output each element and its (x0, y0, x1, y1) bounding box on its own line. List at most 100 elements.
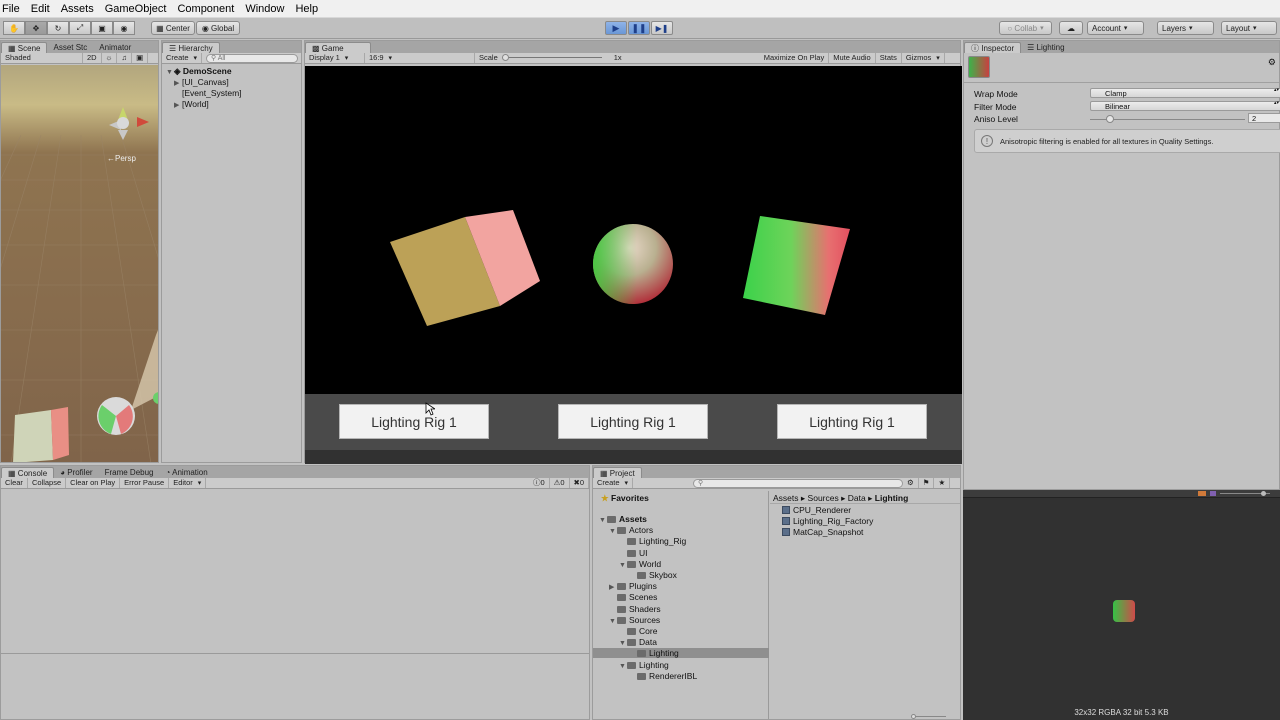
scene-root[interactable]: ▼◈ DemoScene (166, 66, 232, 77)
file-item[interactable]: Lighting_Rig_Factory (782, 516, 873, 526)
tab-frame-debug[interactable]: Frame Debug (99, 467, 160, 478)
rect-tool-icon[interactable]: ▣ (91, 21, 113, 35)
space-global-button[interactable]: ◉ Global (196, 21, 240, 35)
clear-on-play-toggle[interactable]: Clear on Play (66, 478, 121, 488)
tab-console[interactable]: ▦ Console (1, 467, 55, 478)
stats-toggle[interactable]: Stats (876, 53, 902, 63)
menu-file[interactable]: File (0, 3, 24, 15)
filter-label-icon[interactable]: ⚑ (919, 478, 935, 488)
project-folder-rendereribl[interactable]: RendererIBL (629, 671, 697, 681)
expand-arrow-icon[interactable]: ▼ (619, 663, 627, 670)
expand-arrow-icon[interactable]: ▼ (619, 562, 627, 569)
project-folder-lighting[interactable]: ▼ Lighting (619, 660, 669, 670)
warning-count-toggle[interactable]: ⚠0 (550, 478, 570, 488)
breadcrumb-sources[interactable]: Sources (808, 493, 839, 503)
lighting-rig-button-2[interactable]: Lighting Rig 1 (558, 404, 708, 439)
project-folder-lighting-rig[interactable]: Lighting_Rig (619, 536, 686, 546)
file-item[interactable]: MatCap_Snapshot (782, 527, 863, 537)
project-folder-sources[interactable]: ▼ Sources (609, 615, 660, 625)
scene-light-icon[interactable]: ☼ (102, 53, 118, 63)
aniso-level-input[interactable]: 2 (1248, 113, 1280, 123)
project-folder-lighting[interactable]: Lighting (593, 648, 769, 659)
tab-hierarchy[interactable]: ☰ Hierarchy (162, 42, 220, 53)
tab-animator[interactable]: Animator (93, 42, 137, 53)
tab-asset-store[interactable]: Asset Stc (47, 42, 93, 53)
error-count-toggle[interactable]: ✖0 (570, 478, 589, 488)
file-item[interactable]: CPU_Renderer (782, 505, 851, 515)
move-tool-icon[interactable]: ✥ (25, 21, 47, 35)
menu-assets[interactable]: Assets (57, 3, 98, 15)
project-folder-plugins[interactable]: ▶ Plugins (609, 581, 657, 591)
breadcrumb-data[interactable]: Data (848, 493, 866, 503)
rgb-toggle-icon[interactable] (1198, 491, 1206, 496)
pause-button[interactable]: ❚❚ (628, 21, 650, 35)
pivot-center-button[interactable]: ▦ Center (151, 21, 195, 35)
menu-window[interactable]: Window (241, 3, 288, 15)
editor-dropdown[interactable]: Editor (169, 478, 207, 488)
menu-gameobject[interactable]: GameObject (101, 3, 171, 15)
expand-arrow-icon[interactable]: ▼ (609, 528, 617, 535)
console-log-area[interactable] (1, 491, 589, 719)
alpha-toggle-icon[interactable] (1210, 491, 1216, 496)
step-button[interactable]: ▶❚ (651, 21, 673, 35)
maximize-on-play-toggle[interactable]: Maximize On Play (760, 53, 830, 63)
project-folder-assets[interactable]: ▼ Assets (599, 514, 647, 524)
menu-component[interactable]: Component (173, 3, 238, 15)
scene-audio-icon[interactable]: ♫ (117, 53, 133, 63)
aniso-level-slider[interactable] (1090, 114, 1245, 124)
game-viewport[interactable] (305, 66, 962, 394)
lighting-rig-button-3[interactable]: Lighting Rig 1 (777, 404, 927, 439)
play-button[interactable]: ▶ (605, 21, 627, 35)
scale-tool-icon[interactable]: ⤢ (69, 21, 91, 35)
scene-viewport[interactable]: ←Persp (1, 65, 158, 462)
favorites-section[interactable]: ★ Favorites (601, 493, 649, 504)
menu-help[interactable]: Help (291, 3, 322, 15)
project-folder-actors[interactable]: ▼ Actors (609, 525, 653, 535)
project-folder-world[interactable]: ▼ World (619, 559, 661, 569)
expand-arrow-icon[interactable]: ▼ (599, 517, 607, 524)
project-folder-data[interactable]: ▼ Data (619, 637, 657, 647)
layers-dropdown[interactable]: Layers (1157, 21, 1214, 35)
tab-game[interactable]: ▩ Game (305, 42, 371, 53)
project-search-input[interactable]: ⚲ (692, 478, 903, 488)
wrap-mode-dropdown[interactable]: Clamp (1090, 88, 1280, 98)
hierarchy-item-ui-canvas[interactable]: ▶ [UI_Canvas] (174, 77, 229, 87)
favorite-star-icon[interactable]: ★ (934, 478, 951, 488)
icon-size-slider[interactable] (912, 716, 946, 717)
hierarchy-item-world[interactable]: ▶ [World] (174, 99, 209, 109)
transform-tool-icon[interactable]: ◉ (113, 21, 135, 35)
expand-arrow-icon[interactable]: ▼ (609, 618, 617, 625)
filter-mode-dropdown[interactable]: Bilinear (1090, 101, 1280, 111)
tab-lighting[interactable]: ☰ Lighting (1021, 42, 1070, 53)
collapse-toggle[interactable]: Collapse (28, 478, 67, 488)
scale-slider[interactable] (501, 53, 602, 63)
expand-arrow-icon[interactable]: ▶ (609, 583, 617, 591)
collab-button[interactable]: ○ Collab (999, 21, 1052, 35)
tab-profiler[interactable]: ◕ Profiler (54, 467, 98, 478)
aspect-dropdown[interactable]: 16:9 (365, 53, 475, 63)
aniso-slider-thumb[interactable] (1106, 115, 1114, 123)
shading-mode-dropdown[interactable]: Shaded (1, 53, 83, 63)
cloud-button[interactable]: ☁ (1059, 21, 1083, 35)
console-splitter[interactable] (1, 653, 589, 654)
filter-type-icon[interactable]: ⚙ (903, 478, 919, 488)
layout-dropdown[interactable]: Layout (1221, 21, 1277, 35)
project-create-dropdown[interactable]: Create (593, 478, 633, 488)
project-folder-scenes[interactable]: Scenes (609, 592, 657, 602)
project-folder-shaders[interactable]: Shaders (609, 604, 661, 614)
account-dropdown[interactable]: Account (1087, 21, 1144, 35)
breadcrumb-lighting[interactable]: Lighting (875, 493, 909, 503)
menu-edit[interactable]: Edit (27, 3, 54, 15)
hierarchy-search-input[interactable]: ⚲ All (205, 53, 298, 63)
clear-button[interactable]: Clear (1, 478, 28, 488)
hierarchy-create-dropdown[interactable]: Create (162, 53, 202, 63)
tab-project[interactable]: ▦ Project (593, 467, 642, 478)
mute-audio-toggle[interactable]: Mute Audio (829, 53, 876, 63)
mode-2d-toggle[interactable]: 2D (83, 53, 102, 63)
tab-animation[interactable]: ◔ Animation (160, 467, 214, 478)
hierarchy-item-event-system[interactable]: [Event_System] (182, 88, 242, 98)
rotate-tool-icon[interactable]: ↻ (47, 21, 69, 35)
project-folder-ui[interactable]: UI (619, 548, 648, 558)
project-folder-skybox[interactable]: Skybox (629, 570, 677, 580)
tab-scene[interactable]: ▦ Scene (1, 42, 48, 53)
